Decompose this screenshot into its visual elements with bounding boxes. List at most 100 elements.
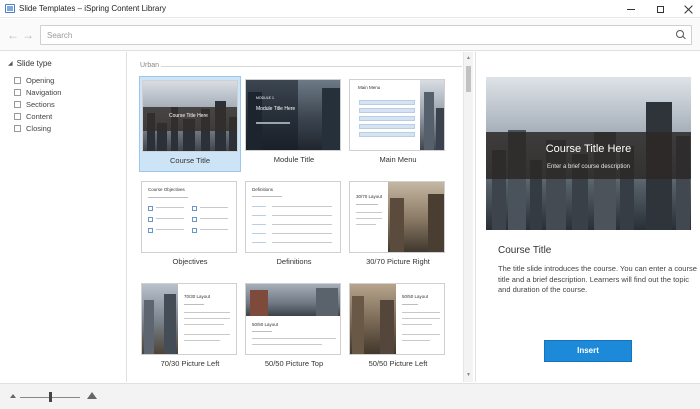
minimize-icon	[627, 8, 635, 10]
preview-slide-title: Course Title Here	[545, 143, 632, 155]
template-thumbnail: 50/50 Layout	[245, 283, 341, 355]
filter-label: Navigation	[26, 87, 62, 97]
checkbox[interactable]	[14, 124, 21, 132]
scroll-down-icon[interactable]: ▼	[466, 372, 471, 378]
template-label: Main Menu	[379, 155, 417, 164]
filter-content[interactable]: Content	[14, 110, 61, 122]
template-label: 30/70 Picture Right	[366, 257, 430, 266]
thumb-title: 50/50 Layout	[402, 294, 429, 299]
thumb-title: Main Menu	[358, 85, 381, 90]
street-photo	[142, 284, 178, 354]
app-icon	[5, 4, 15, 13]
preview-panel: Course Title Here Enter a brief course d…	[475, 52, 700, 382]
template-thumbnail: MODULE 1 Module Title Here	[245, 79, 341, 151]
search-box	[40, 25, 692, 45]
template-tile-course-title[interactable]: Course Title Here Course Title	[139, 76, 241, 172]
toolbar: ← →	[0, 19, 700, 51]
template-tile-main-menu[interactable]: Main Menu Main Menu	[347, 76, 449, 172]
title-band	[246, 80, 298, 150]
filter-navigation[interactable]: Navigation	[14, 86, 61, 98]
preview-slide-subtitle: Enter a brief course description	[546, 164, 631, 170]
checkbox[interactable]	[14, 100, 21, 108]
title-band	[486, 132, 691, 179]
close-icon	[684, 5, 693, 14]
template-tile-50-50-picture-top[interactable]: 50/50 Layout 50/50 Picture Top	[243, 280, 345, 376]
template-label: 50/50 Picture Left	[368, 359, 428, 368]
filter-opening[interactable]: Opening	[14, 74, 61, 86]
template-tile-70-30-picture-left[interactable]: 70/30 Layout 70/30 Picture Left	[139, 280, 241, 376]
filter-list: Opening Navigation Sections Content Clos…	[14, 74, 61, 134]
thumb-title: Definitions	[252, 187, 274, 192]
thumb-title: 70/30 Layout	[184, 294, 211, 299]
template-label: Course Title	[169, 156, 211, 165]
template-thumbnail: 30/70 Layout	[349, 181, 445, 253]
section-divider	[161, 66, 462, 67]
filter-panel: ◢ Slide type Opening Navigation Sections…	[0, 52, 127, 382]
template-grid: Course Title Here Course Title MODULE 1 …	[139, 76, 455, 382]
template-tile-30-70-picture-right[interactable]: 30/70 Layout 30/70 Picture Right	[347, 178, 449, 274]
filter-sections[interactable]: Sections	[14, 98, 61, 110]
thumb-kicker: MODULE 1	[256, 96, 274, 100]
street-photo	[350, 284, 396, 354]
zoom-large-icon[interactable]	[87, 392, 97, 399]
section-label: Urban	[140, 62, 160, 69]
filter-label: Content	[26, 111, 53, 121]
title-band	[143, 107, 237, 131]
scroll-up-icon[interactable]: ▲	[466, 55, 471, 61]
search-input[interactable]	[47, 29, 667, 42]
template-thumbnail: 50/50 Layout	[349, 283, 445, 355]
forward-button[interactable]: →	[21, 29, 35, 41]
thumb-title: 50/50 Layout	[252, 322, 279, 327]
thumb-title: Course Objectives	[148, 187, 185, 192]
template-tile-50-50-picture-left[interactable]: 50/50 Layout 50/50 Picture Left	[347, 280, 449, 376]
filter-label: Sections	[26, 99, 55, 109]
arrow-right-icon: →	[22, 28, 34, 42]
zoom-slider-thumb[interactable]	[49, 392, 52, 402]
checkbox[interactable]	[14, 112, 21, 120]
template-label: Definitions	[276, 257, 312, 266]
checkbox[interactable]	[14, 88, 21, 96]
template-label: 70/30 Picture Left	[160, 359, 220, 368]
filter-label: Closing	[26, 123, 52, 133]
template-thumbnail: Course Objectives	[141, 181, 237, 253]
search-icon[interactable]	[676, 30, 686, 40]
template-gallery: Urban Course Title Here Course Title MOD…	[128, 52, 474, 382]
preview-slide: Course Title Here Enter a brief course d…	[486, 77, 691, 230]
chevron-down-icon: ◢	[8, 61, 13, 67]
template-tile-definitions[interactable]: Definitions Definitions	[243, 178, 345, 274]
gallery-scrollbar[interactable]: ▲ ▼	[463, 52, 473, 382]
template-thumbnail: Course Title Here	[142, 80, 238, 152]
template-thumbnail: Definitions	[245, 181, 341, 253]
street-photo	[388, 182, 444, 252]
scrollbar-thumb[interactable]	[466, 66, 471, 92]
checkbox[interactable]	[14, 76, 21, 84]
template-label: Objectives	[172, 257, 208, 266]
filter-label: Opening	[26, 75, 55, 85]
template-thumbnail: Main Menu	[349, 79, 445, 151]
title-bar: Slide Templates – iSpring Content Librar…	[0, 0, 700, 18]
template-tile-module-title[interactable]: MODULE 1 Module Title Here Module Title	[243, 76, 345, 172]
street-photo	[246, 284, 340, 316]
back-button[interactable]: ←	[6, 29, 20, 41]
preview-title: Course Title	[498, 245, 552, 256]
status-bar	[0, 383, 700, 409]
preview-description: The title slide introduces the course. Y…	[498, 264, 697, 294]
maximize-button[interactable]	[645, 0, 675, 18]
thumb-title: Course Title Here	[169, 113, 208, 119]
filter-group-label: Slide type	[16, 59, 52, 68]
arrow-left-icon: ←	[7, 28, 19, 42]
template-label: Module Title	[273, 155, 315, 164]
filter-closing[interactable]: Closing	[14, 122, 61, 134]
template-label: 50/50 Picture Top	[264, 359, 324, 368]
template-thumbnail: 70/30 Layout	[141, 283, 237, 355]
thumb-title: 30/70 Layout	[356, 194, 383, 199]
template-tile-objectives[interactable]: Course Objectives Objectives	[139, 178, 241, 274]
insert-button[interactable]: Insert	[544, 340, 632, 362]
window-title: Slide Templates – iSpring Content Librar…	[19, 4, 167, 13]
minimize-button[interactable]	[616, 0, 646, 18]
city-photo	[420, 80, 444, 150]
filter-group-header[interactable]: ◢ Slide type	[8, 59, 52, 68]
maximize-icon	[656, 5, 664, 13]
zoom-small-icon[interactable]	[10, 394, 16, 398]
close-button[interactable]	[673, 0, 700, 18]
